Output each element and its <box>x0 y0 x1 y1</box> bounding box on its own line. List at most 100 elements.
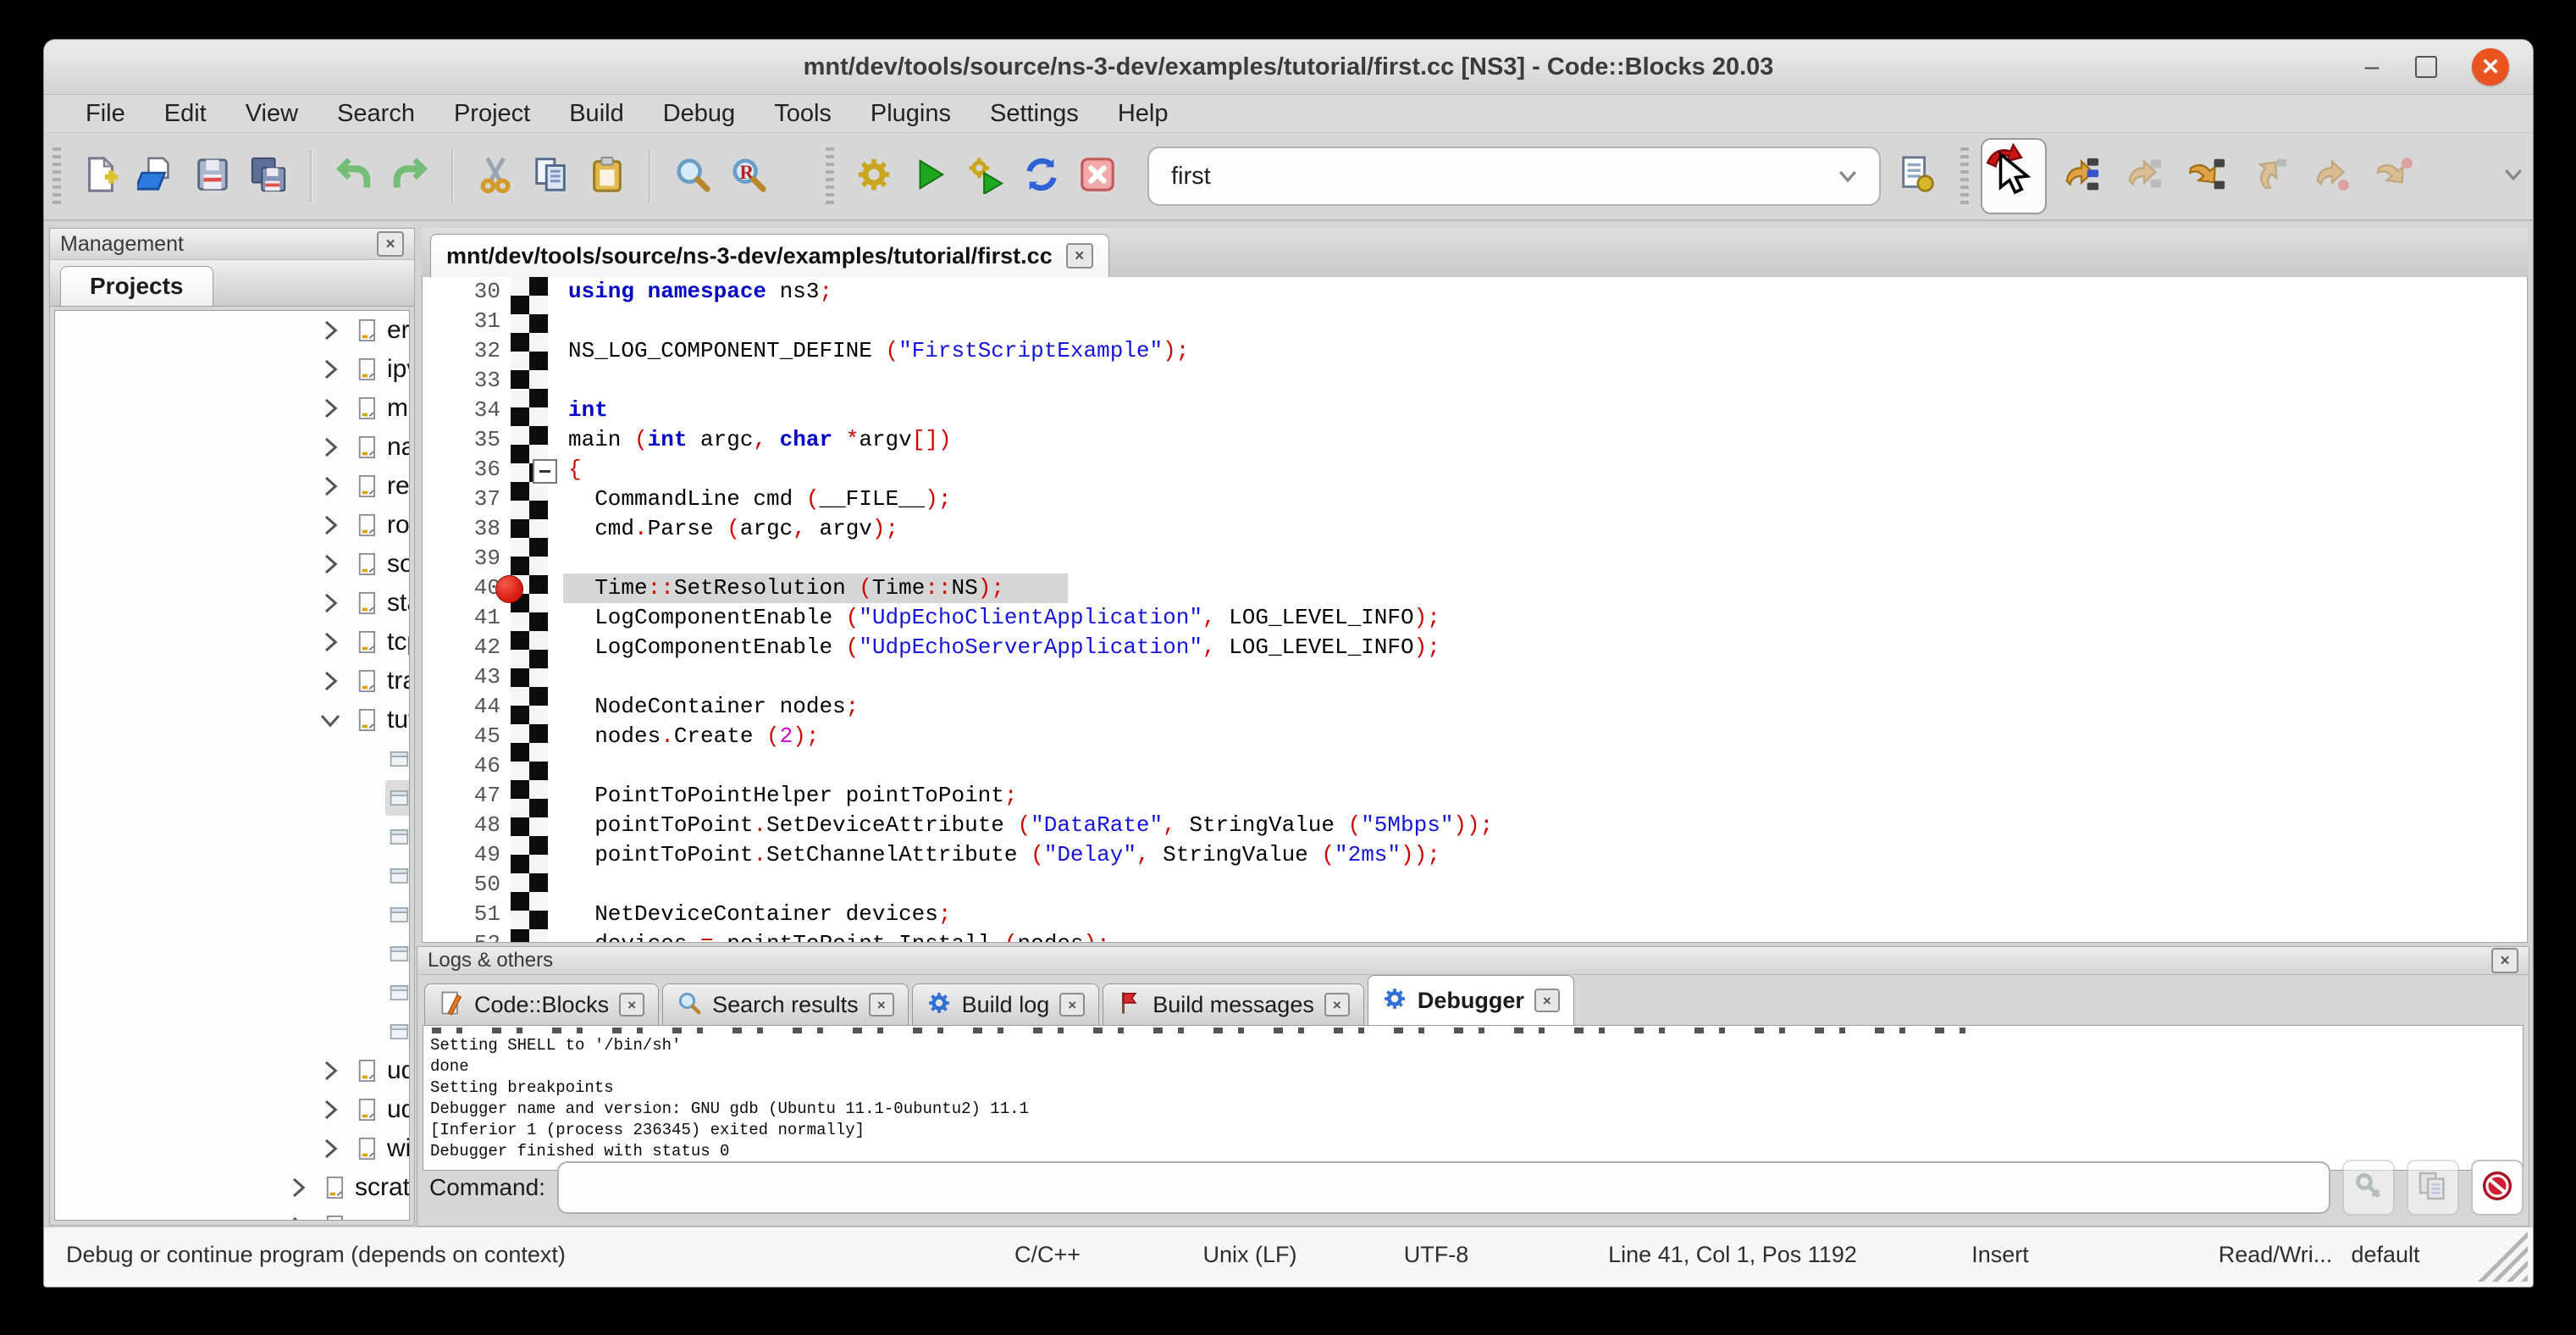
build-target-list-button[interactable] <box>1889 147 1945 206</box>
titlebar[interactable]: mnt/dev/tools/source/ns-3-dev/examples/t… <box>44 40 2533 95</box>
code-area[interactable]: 30using namespace ns3;3132NS_LOG_COMPONE… <box>422 277 2528 943</box>
copy-button[interactable] <box>523 147 579 206</box>
resize-grip[interactable] <box>2477 1231 2528 1282</box>
next-line-button[interactable] <box>2116 147 2172 206</box>
menu-view[interactable]: View <box>226 95 318 132</box>
logs-tab-close-icon[interactable]: × <box>1534 989 1560 1012</box>
new-file-button[interactable] <box>73 147 129 206</box>
logs-tab-build-messages[interactable]: Build messages× <box>1103 983 1364 1026</box>
menu-file[interactable]: File <box>66 95 145 132</box>
menu-settings[interactable]: Settings <box>970 95 1098 132</box>
chevron-right-icon[interactable] <box>318 1058 343 1083</box>
run-button[interactable] <box>902 147 958 206</box>
tree-item-src[interactable]: src <box>55 1207 409 1221</box>
logs-tab-close-icon[interactable]: × <box>869 993 894 1016</box>
stop-debugger-button[interactable] <box>2471 1160 2523 1216</box>
tree-item-mat[interactable]: mat <box>55 389 409 428</box>
tree-item-scratc[interactable]: scratc <box>55 1168 409 1207</box>
build-target-combo[interactable]: first <box>1147 147 1881 206</box>
chevron-right-icon[interactable] <box>318 1097 343 1122</box>
logs-tab-close-icon[interactable]: × <box>1324 993 1350 1016</box>
editor-tab-close-icon[interactable]: × <box>1066 243 1093 269</box>
rebuild-button[interactable] <box>1014 147 1070 206</box>
step-into-instruction-button[interactable] <box>2367 147 2423 206</box>
chevron-right-icon[interactable] <box>318 629 343 655</box>
chevron-down-icon[interactable] <box>1835 163 1860 196</box>
tree-item-fir[interactable]: fir <box>55 778 409 817</box>
chevron-right-icon[interactable] <box>318 435 343 460</box>
tree-item-fo[interactable]: fo <box>55 817 409 856</box>
tree-item-trafl[interactable]: trafl <box>55 662 409 701</box>
save-button[interactable] <box>185 147 240 206</box>
toolbar-grip[interactable] <box>53 147 61 205</box>
logs-tab-build-log[interactable]: Build log× <box>912 983 1100 1026</box>
open-file-button[interactable] <box>129 147 185 206</box>
step-out-button[interactable] <box>2242 147 2297 206</box>
breakpoint-marker[interactable] <box>495 575 523 603</box>
tree-item-tuto[interactable]: tuto <box>55 701 409 740</box>
chevron-right-icon[interactable] <box>318 357 343 382</box>
redo-button[interactable] <box>382 147 438 206</box>
menu-plugins[interactable]: Plugins <box>851 95 970 132</box>
tree-item-se[interactable]: se <box>55 895 409 934</box>
chevron-right-icon[interactable] <box>318 551 343 577</box>
chevron-right-icon[interactable] <box>318 318 343 343</box>
build-and-run-button[interactable] <box>958 147 1014 206</box>
tree-item-reall[interactable]: reall <box>55 467 409 506</box>
next-instruction-button[interactable] <box>2304 147 2360 206</box>
tree-item-wire[interactable]: wire <box>55 1129 409 1168</box>
logs-close-icon[interactable]: × <box>2491 948 2518 973</box>
command-input[interactable] <box>557 1161 2330 1214</box>
editor-tab-first-cc[interactable]: mnt/dev/tools/source/ns-3-dev/examples/t… <box>430 234 1109 277</box>
tree-item-erro[interactable]: erro <box>55 311 409 350</box>
tree-item-udp-[interactable]: udp- <box>55 1090 409 1129</box>
tab-projects[interactable]: Projects <box>60 266 213 306</box>
save-all-button[interactable] <box>240 147 296 206</box>
cut-button[interactable] <box>467 147 523 206</box>
attach-button[interactable] <box>2342 1160 2395 1216</box>
copy-log-button[interactable] <box>2407 1160 2459 1216</box>
run-to-cursor-button[interactable] <box>2054 147 2109 206</box>
paste-button[interactable] <box>579 147 635 206</box>
debug-continue-button[interactable] <box>1981 138 2047 214</box>
chevron-right-icon[interactable] <box>285 1214 311 1221</box>
debugger-output[interactable]: Setting SHELL to '/bin/sh'doneSetting br… <box>423 1025 2523 1171</box>
chevron-right-icon[interactable] <box>318 590 343 616</box>
step-into-button[interactable] <box>2179 147 2235 206</box>
find-button[interactable] <box>665 147 721 206</box>
menu-tools[interactable]: Tools <box>755 95 851 132</box>
tree-item-si[interactable]: si <box>55 973 409 1012</box>
replace-button[interactable]: R <box>721 147 777 206</box>
maximize-button[interactable] <box>2407 48 2445 86</box>
menu-project[interactable]: Project <box>434 95 550 132</box>
minimize-button[interactable]: – <box>2353 48 2391 86</box>
chevron-right-icon[interactable] <box>318 512 343 538</box>
undo-button[interactable] <box>326 147 382 206</box>
menu-search[interactable]: Search <box>318 95 434 132</box>
tree-item-ipv6[interactable]: ipv6 <box>55 350 409 389</box>
tree-item-stat[interactable]: stat <box>55 584 409 623</box>
tree-item-nam[interactable]: nam <box>55 428 409 467</box>
abort-button[interactable] <box>1070 147 1125 206</box>
tree-item-sock[interactable]: sock <box>55 545 409 584</box>
chevron-right-icon[interactable] <box>285 1175 311 1200</box>
chevron-right-icon[interactable] <box>318 396 343 421</box>
menu-help[interactable]: Help <box>1098 95 1188 132</box>
logs-tab-close-icon[interactable]: × <box>1059 993 1085 1016</box>
toolbar-overflow-chevron-icon[interactable] <box>2501 162 2526 191</box>
tree-item-he[interactable]: he <box>55 856 409 895</box>
chevron-right-icon[interactable] <box>318 668 343 694</box>
chevron-right-icon[interactable] <box>318 1136 343 1161</box>
logs-tab-close-icon[interactable]: × <box>619 993 644 1016</box>
build-button[interactable] <box>846 147 902 206</box>
tree-item-fif[interactable]: fif <box>55 740 409 778</box>
close-button[interactable]: ✕ <box>2472 48 2509 86</box>
management-close-icon[interactable]: × <box>377 231 404 257</box>
tree-item-th[interactable]: th <box>55 1012 409 1051</box>
chevron-right-icon[interactable] <box>318 474 343 499</box>
toolbar-grip[interactable] <box>1960 147 1969 205</box>
toolbar-grip[interactable] <box>826 147 834 205</box>
logs-tab-debugger[interactable]: Debugger× <box>1368 975 1574 1026</box>
chevron-down-icon[interactable] <box>318 707 343 733</box>
menu-edit[interactable]: Edit <box>145 95 226 132</box>
